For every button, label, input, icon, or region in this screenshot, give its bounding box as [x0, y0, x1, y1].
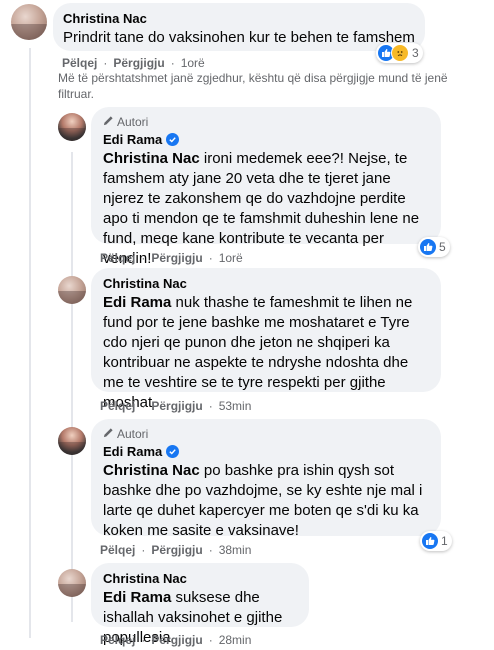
comment-text: Prindrit tane do vaksinohen kur te behen… — [63, 29, 415, 46]
reply-button[interactable]: Përgjigju — [151, 543, 202, 557]
reply-actions: Pëlqej · Përgjigju · 1orë — [100, 251, 243, 265]
reaction-summary[interactable]: 1 — [420, 531, 452, 551]
reply-author[interactable]: Edi Rama — [103, 132, 162, 147]
author-badge: Autori — [103, 115, 429, 129]
thread-line — [71, 152, 73, 622]
reply-bubble: Autori Edi Rama Christina Nac po bashke … — [91, 419, 441, 539]
reply-author[interactable]: Christina Nac — [103, 276, 429, 291]
mention-link[interactable]: Edi Rama — [103, 294, 171, 311]
pencil-icon — [103, 115, 114, 129]
avatar[interactable] — [58, 113, 86, 141]
like-icon — [422, 533, 438, 549]
filter-note: Më të përshtatshmet janë zgjedhur, kësht… — [58, 71, 448, 101]
author-badge: Autori — [103, 427, 429, 441]
avatar[interactable] — [58, 427, 86, 455]
reply-button[interactable]: Përgjigju — [151, 633, 202, 647]
reaction-summary[interactable]: 5 — [418, 237, 450, 257]
like-button[interactable]: Pëlqej — [100, 543, 135, 557]
reaction-summary[interactable]: 3 — [376, 43, 423, 63]
like-button[interactable]: Pëlqej — [62, 56, 97, 70]
reply-text: Edi Rama nuk thashe te fameshmit te lihe… — [103, 294, 413, 411]
avatar[interactable] — [11, 4, 47, 40]
reply-actions: Pëlqej · Përgjigju · 53min — [100, 399, 252, 413]
reaction-count: 1 — [441, 534, 448, 548]
reply-bubble: Autori Edi Rama Christina Nac ironi mede… — [91, 107, 441, 267]
comment-bubble: Christina Nac Prindrit tane do vaksinohe… — [53, 3, 425, 51]
verified-badge-icon — [166, 133, 180, 146]
mention-link[interactable]: Christina Nac — [103, 462, 200, 479]
reply-button[interactable]: Përgjigju — [151, 251, 202, 265]
timestamp[interactable]: 38min — [219, 543, 252, 557]
reply-bubble: Christina Nac Edi Rama nuk thashe te fam… — [91, 268, 441, 411]
reaction-count: 5 — [439, 240, 446, 254]
like-button[interactable]: Pëlqej — [100, 251, 135, 265]
like-icon — [420, 239, 436, 255]
reply-button[interactable]: Përgjigju — [151, 399, 202, 413]
reply-actions: Pëlqej · Përgjigju · 28min — [100, 633, 252, 647]
reply-bubble: Christina Nac Edi Rama suksese dhe ishal… — [91, 563, 309, 646]
mention-link[interactable]: Edi Rama — [103, 589, 171, 606]
timestamp[interactable]: 1orë — [219, 251, 243, 265]
avatar[interactable] — [58, 276, 86, 304]
comment-actions: Pëlqej · Përgjigju · 1orë — [62, 56, 205, 70]
verified-badge-icon — [166, 445, 180, 458]
reply-text: Christina Nac po bashke pra ishin qysh s… — [103, 462, 423, 539]
like-button[interactable]: Pëlqej — [100, 633, 135, 647]
comment-author[interactable]: Christina Nac — [63, 11, 415, 26]
mention-link[interactable]: Christina Nac — [103, 150, 200, 167]
sad-icon — [391, 44, 409, 62]
reply-author[interactable]: Christina Nac — [103, 571, 297, 586]
timestamp[interactable]: 1orë — [181, 56, 205, 70]
reply-button[interactable]: Përgjigju — [113, 56, 164, 70]
timestamp[interactable]: 28min — [219, 633, 252, 647]
thread-line — [29, 48, 31, 638]
avatar[interactable] — [58, 569, 86, 597]
pencil-icon — [103, 427, 114, 441]
reply-author[interactable]: Edi Rama — [103, 444, 162, 459]
like-button[interactable]: Pëlqej — [100, 399, 135, 413]
reply-actions: Pëlqej · Përgjigju · 38min — [100, 543, 252, 557]
reaction-count: 3 — [412, 46, 419, 60]
timestamp[interactable]: 53min — [219, 399, 252, 413]
